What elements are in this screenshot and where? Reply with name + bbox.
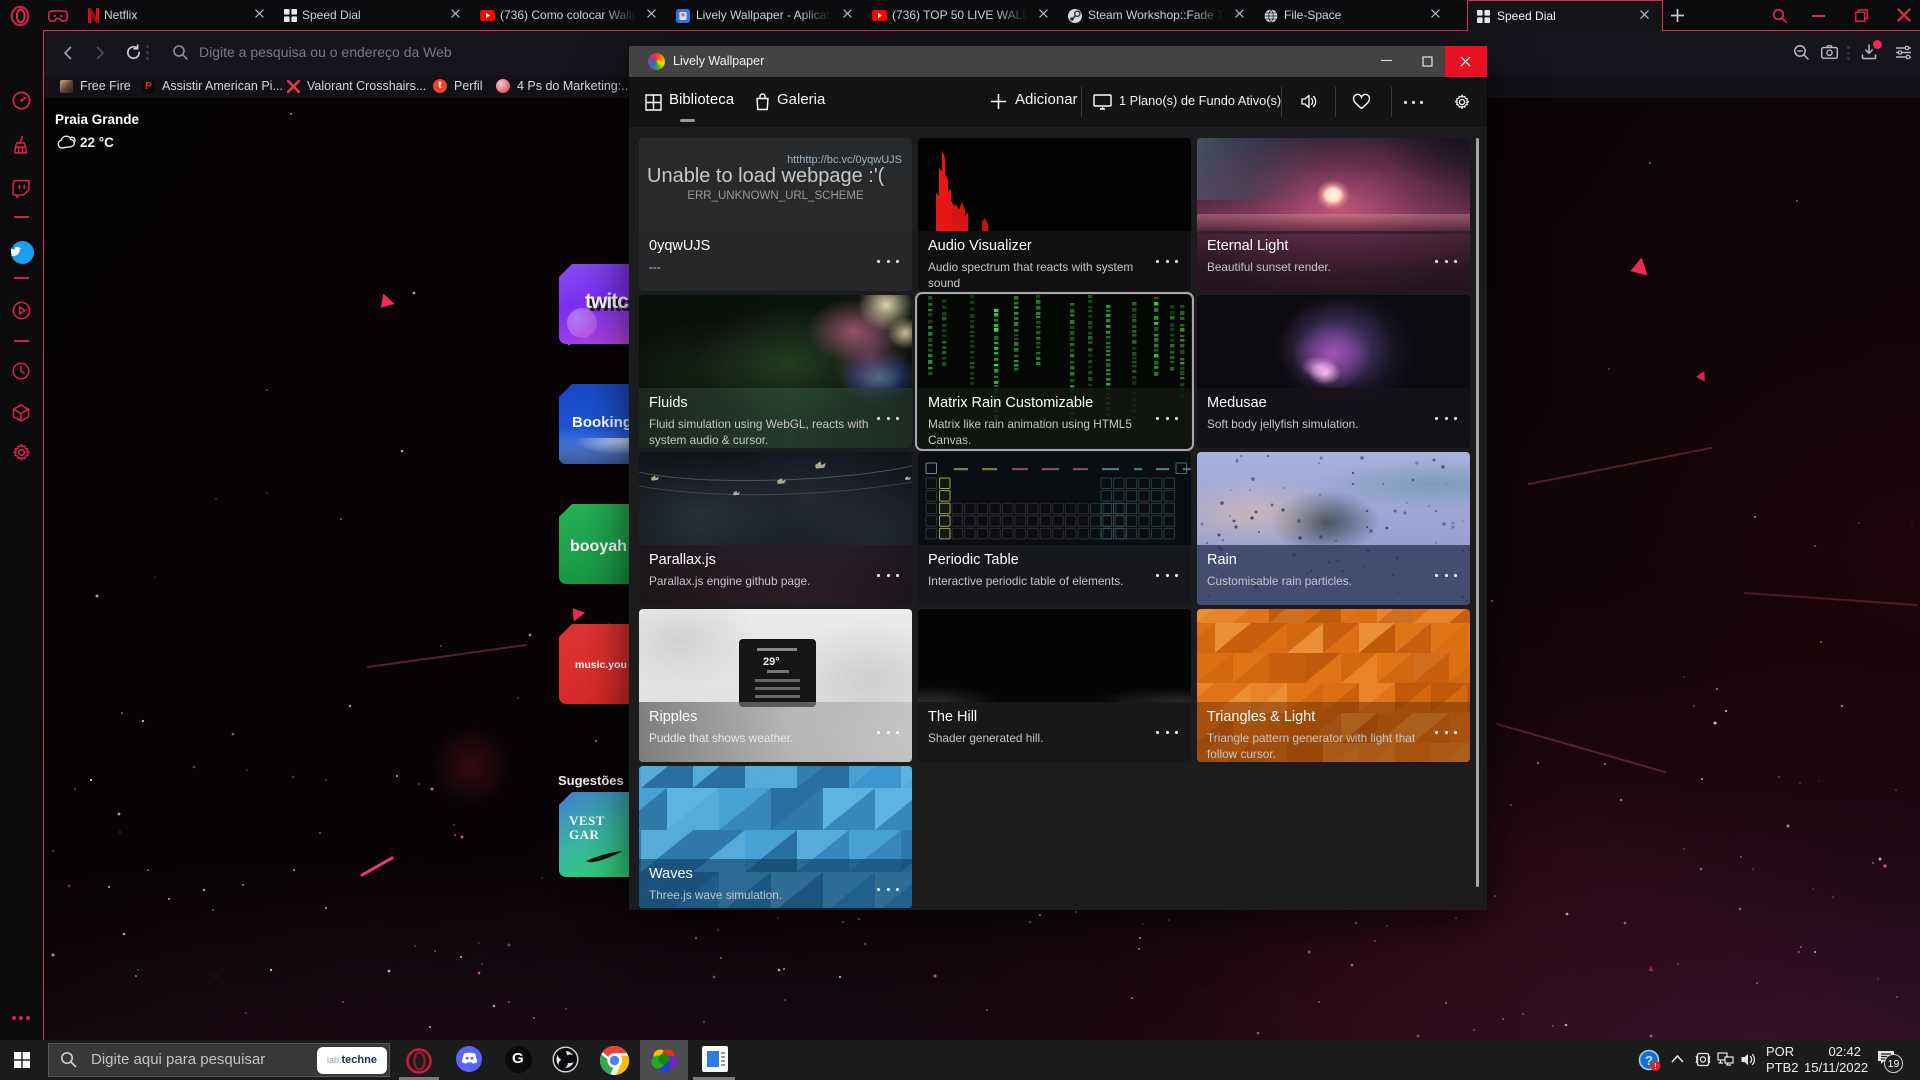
svg-text:!: ! (1654, 1062, 1657, 1071)
